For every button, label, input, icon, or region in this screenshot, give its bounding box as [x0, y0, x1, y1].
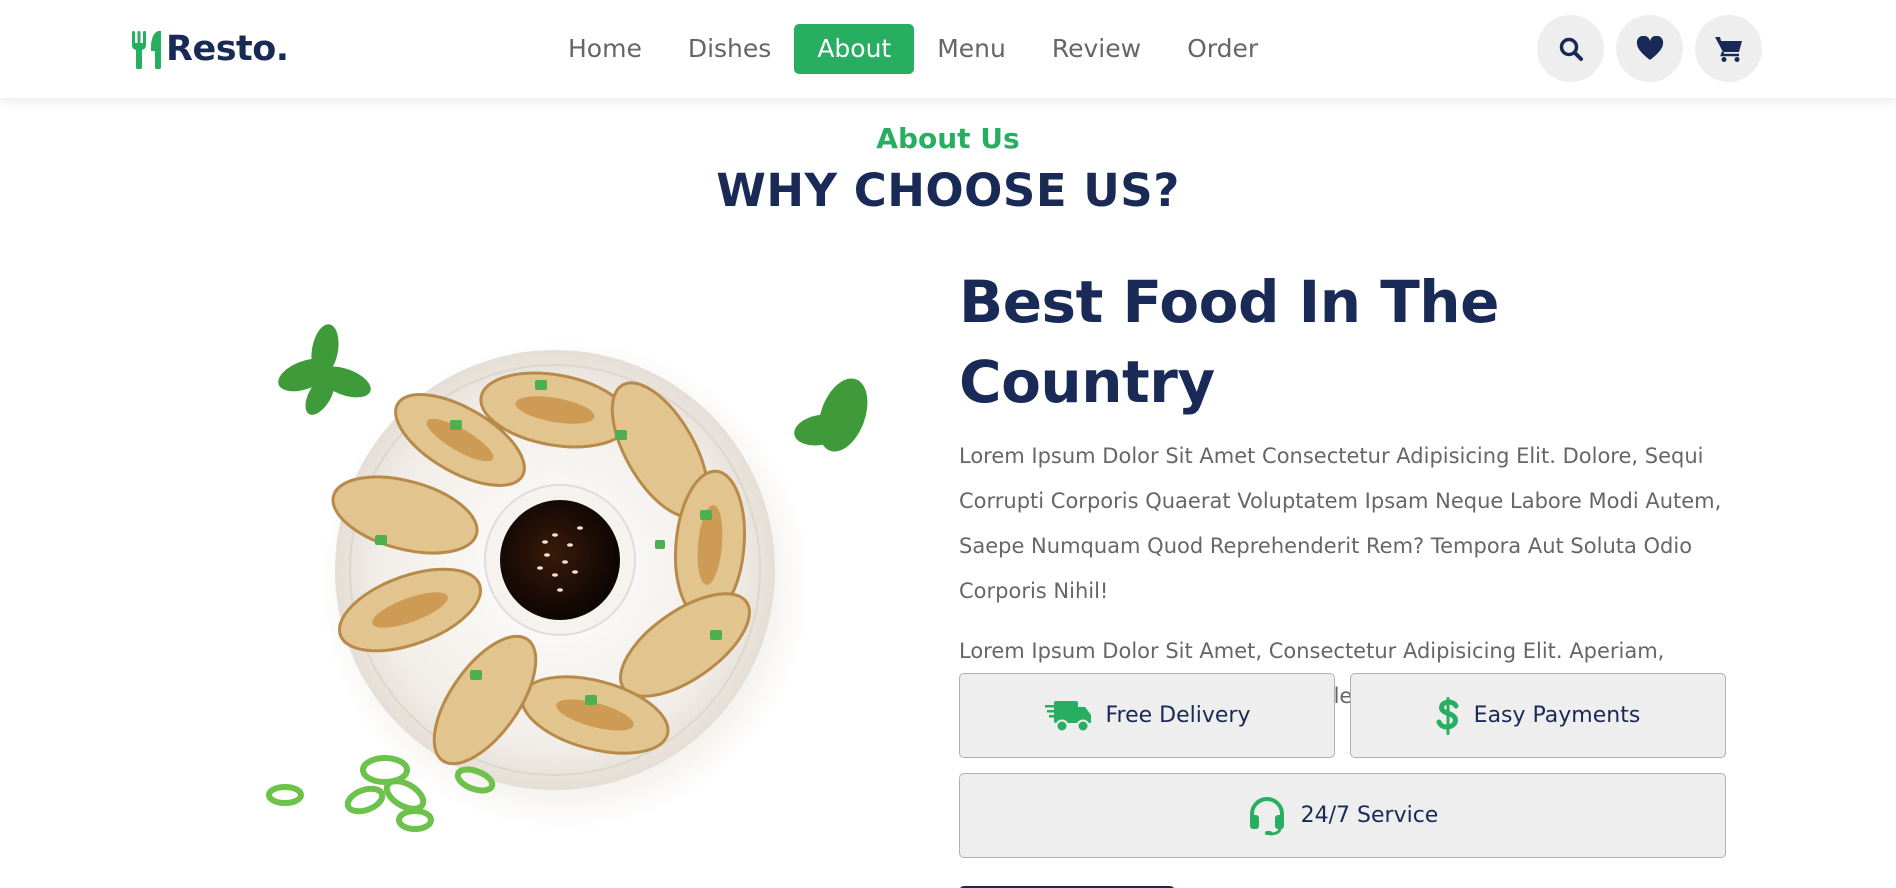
- header-actions: [1537, 15, 1762, 82]
- main-nav: Home Dishes About Menu Review Order: [545, 24, 1281, 74]
- feature-label: Easy Payments: [1473, 703, 1641, 728]
- feature-easy-payments: Easy Payments: [1350, 673, 1726, 758]
- cart-button[interactable]: [1695, 15, 1762, 82]
- nav-item-menu[interactable]: Menu: [914, 24, 1029, 74]
- brand-logo[interactable]: Resto.: [130, 26, 289, 72]
- feature-label: Free Delivery: [1105, 703, 1251, 728]
- section-subheading: About Us: [876, 122, 1020, 155]
- brand-name: Resto.: [166, 29, 289, 69]
- site-header: Resto. Home Dishes About Menu Review Ord…: [0, 0, 1896, 98]
- nav-item-home[interactable]: Home: [545, 24, 665, 74]
- dollar-sign-icon: [1436, 696, 1459, 735]
- search-icon: [1559, 37, 1583, 61]
- dumplings-image: [255, 300, 915, 860]
- feature-free-delivery: Free Delivery: [959, 673, 1335, 758]
- feature-label: 24/7 Service: [1300, 803, 1439, 828]
- headset-icon: [1249, 796, 1284, 835]
- shipping-fast-icon: [1044, 700, 1091, 732]
- about-title: Best Food In The Country: [959, 268, 1499, 416]
- about-content: Best Food In The Country Lorem Ipsum Dol…: [959, 262, 1727, 719]
- utensils-icon: [132, 31, 161, 69]
- nav-item-dishes[interactable]: Dishes: [665, 24, 794, 74]
- heart-icon: [1636, 35, 1663, 60]
- section-heading: WHY CHOOSE US?: [716, 164, 1180, 217]
- about-paragraph-1: Lorem Ipsum Dolor Sit Amet Consectetur A…: [959, 444, 1722, 603]
- cart-icon: [1714, 36, 1742, 62]
- feature-service: 24/7 Service: [959, 773, 1726, 858]
- search-button[interactable]: [1537, 15, 1604, 82]
- nav-item-review[interactable]: Review: [1029, 24, 1164, 74]
- nav-item-about[interactable]: About: [794, 24, 915, 74]
- nav-item-order[interactable]: Order: [1164, 24, 1281, 74]
- favorites-button[interactable]: [1616, 15, 1683, 82]
